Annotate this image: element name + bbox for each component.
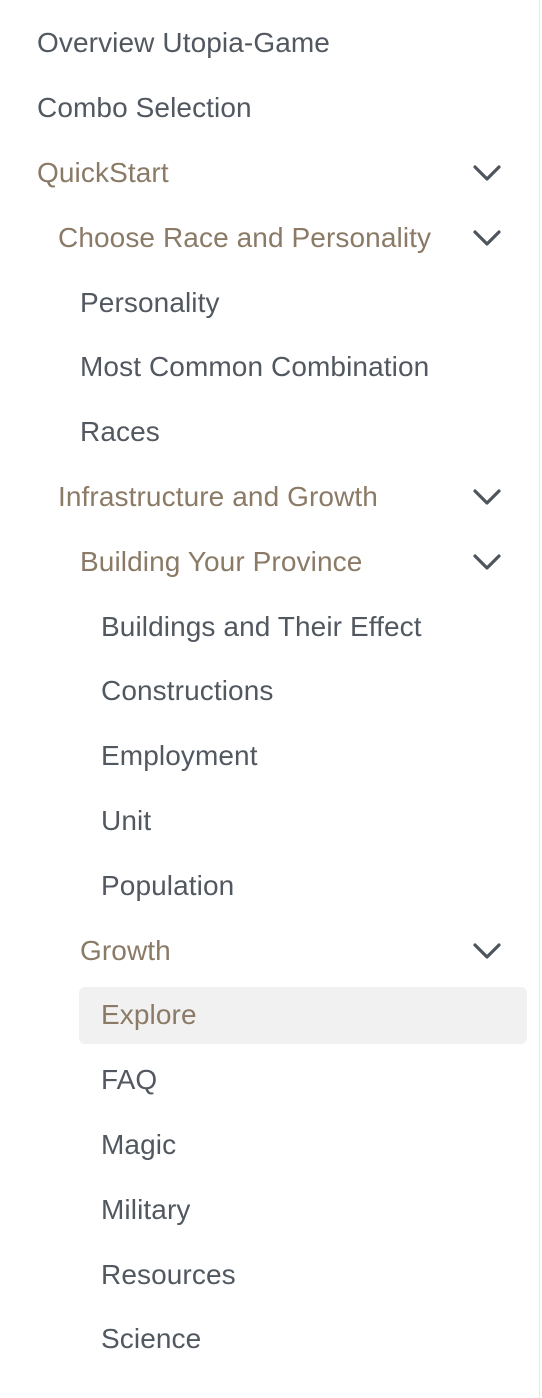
chevron-down-icon[interactable] <box>469 479 505 515</box>
nav-item-population[interactable]: Population <box>0 853 539 918</box>
nav-item-label: Employment <box>101 740 258 772</box>
nav-item-explore[interactable]: Explore <box>0 983 539 1048</box>
nav-item-label: Resources <box>101 1258 236 1290</box>
nav-item-building-your-province[interactable]: Building Your Province <box>0 529 539 594</box>
chevron-down-icon[interactable] <box>469 155 505 191</box>
nav-item-label: Unit <box>101 804 152 836</box>
nav-item-faq[interactable]: FAQ <box>0 1048 539 1113</box>
nav-item-growth[interactable]: Growth <box>0 918 539 983</box>
nav-item-choose-race-and-personality[interactable]: Choose Race and Personality <box>0 205 539 270</box>
nav-item-label: Infrastructure and Growth <box>58 480 378 512</box>
nav-item-quickstart[interactable]: QuickStart <box>0 141 539 206</box>
nav-item-label: Constructions <box>101 675 274 707</box>
nav-item-personality[interactable]: Personality <box>0 270 539 335</box>
nav-item-label: Population <box>101 869 235 901</box>
nav-item-military[interactable]: Military <box>0 1177 539 1242</box>
chevron-down-icon[interactable] <box>469 544 505 580</box>
nav-item-label: Growth <box>80 934 171 966</box>
nav-item-label: Building Your Province <box>80 545 363 577</box>
nav-item-label: FAQ <box>101 1064 158 1096</box>
nav-item-combo-selection[interactable]: Combo Selection <box>0 76 539 141</box>
nav-item-label: Overview Utopia-Game <box>37 27 330 59</box>
nav-item-unit[interactable]: Unit <box>0 789 539 854</box>
nav-item-buildings-and-their-effect[interactable]: Buildings and Their Effect <box>0 594 539 659</box>
nav-item-label: Explore <box>101 999 197 1031</box>
nav-item-label: Personality <box>80 286 220 318</box>
chevron-down-icon[interactable] <box>469 220 505 256</box>
nav-item-infrastructure-and-growth[interactable]: Infrastructure and Growth <box>0 465 539 530</box>
nav-item-resources[interactable]: Resources <box>0 1242 539 1307</box>
nav-item-constructions[interactable]: Constructions <box>0 659 539 724</box>
nav-item-most-common-combination[interactable]: Most Common Combination <box>0 335 539 400</box>
nav-item-employment[interactable]: Employment <box>0 724 539 789</box>
nav-item-label: Most Common Combination <box>80 351 430 383</box>
nav-item-label: Military <box>101 1193 191 1225</box>
nav-item-label: Magic <box>101 1128 177 1160</box>
nav-item-magic[interactable]: Magic <box>0 1113 539 1178</box>
nav-item-label: Buildings and Their Effect <box>101 610 422 642</box>
chevron-down-icon[interactable] <box>469 933 505 969</box>
nav-item-label: Combo Selection <box>37 92 252 124</box>
nav-item-label: QuickStart <box>37 156 169 188</box>
nav-item-overview-utopia-game[interactable]: Overview Utopia-Game <box>0 11 539 76</box>
sidebar-navigation: Overview Utopia-Game Combo Selection Quick… <box>0 0 540 1398</box>
nav-item-science[interactable]: Science <box>0 1307 539 1372</box>
nav-item-label: Choose Race and Personality <box>58 221 432 253</box>
nav-item-label: Science <box>101 1323 202 1355</box>
nav-item-label: Races <box>80 416 160 448</box>
nav-item-races[interactable]: Races <box>0 400 539 465</box>
